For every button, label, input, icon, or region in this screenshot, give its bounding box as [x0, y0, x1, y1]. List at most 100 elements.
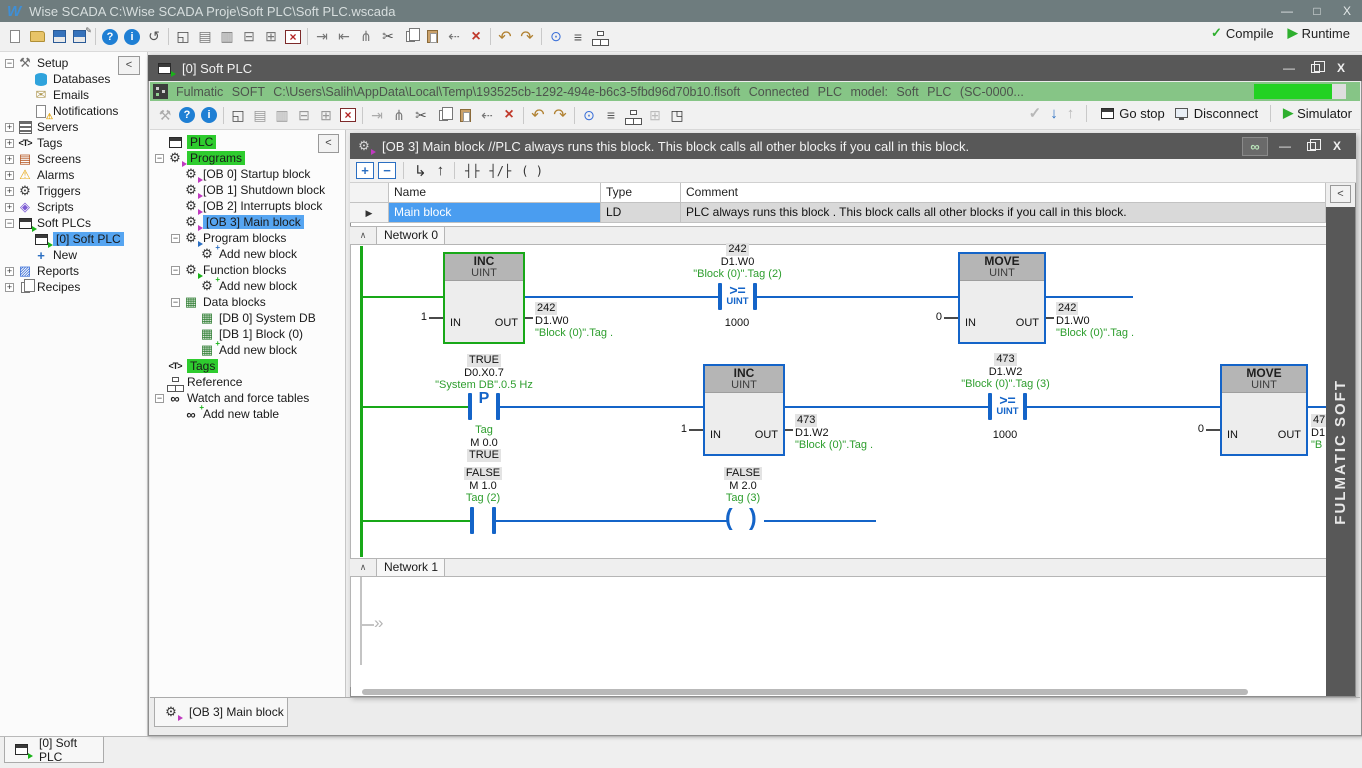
minimize-button[interactable]: —	[1276, 61, 1302, 75]
paste-icon[interactable]	[454, 104, 476, 126]
expander-icon[interactable]: +	[5, 267, 14, 276]
branch-icon[interactable]: ⋔	[355, 26, 377, 48]
add-network-button[interactable]: +	[356, 162, 374, 179]
plc-document-tab[interactable]: [0] Soft PLC	[4, 737, 104, 763]
column-header-comment[interactable]: Comment	[681, 183, 1326, 203]
expander-icon[interactable]: +	[5, 283, 14, 292]
save-as-icon[interactable]: ✎	[70, 26, 92, 48]
search-icon[interactable]: ⊙	[578, 104, 600, 126]
watch-mode-button[interactable]: ∞	[1242, 137, 1268, 156]
compile-button[interactable]: ✓Compile	[1211, 25, 1274, 41]
inc-block-2[interactable]: INCUINT IN OUT	[703, 364, 785, 456]
sidebar-item-triggers[interactable]: +⚙Triggers	[0, 183, 147, 199]
block-type-cell[interactable]: LD	[601, 203, 681, 223]
grid-icon[interactable]: ⊞	[644, 104, 666, 126]
tree-item-watch-tables[interactable]: −∞Watch and force tables	[150, 390, 345, 406]
move-block-1[interactable]: MOVEUINT IN OUT	[958, 252, 1046, 344]
undo-icon[interactable]: ↶	[527, 104, 549, 126]
minimize-button[interactable]: —	[1272, 139, 1298, 153]
import-icon[interactable]: ⇥	[366, 104, 388, 126]
coil-right[interactable]: )	[749, 504, 757, 530]
layout-rows-icon[interactable]: ▤	[194, 26, 216, 48]
ladder-document-tab[interactable]: ⚙ [OB 3] Main block	[154, 698, 288, 727]
delete-icon[interactable]: ×	[465, 26, 487, 48]
new-file-icon[interactable]	[4, 26, 26, 48]
sidebar-item-servers[interactable]: +Servers	[0, 119, 147, 135]
expander-icon[interactable]: +	[5, 139, 14, 148]
layout-grid-icon[interactable]: ⊞	[315, 104, 337, 126]
info-icon[interactable]: i	[121, 26, 143, 48]
branch-icon[interactable]: ⋔	[388, 104, 410, 126]
redo-icon[interactable]: ↷	[516, 26, 538, 48]
tree-item-add-watch-table[interactable]: ∞+Add new table	[150, 406, 345, 422]
join-icon[interactable]: ⇠	[476, 104, 498, 126]
minimize-button[interactable]: —	[1272, 4, 1302, 18]
block-comment-cell[interactable]: PLC always runs this block . This block …	[681, 203, 1326, 223]
tree-item-add-program-block[interactable]: ⚙+Add new block	[150, 246, 345, 262]
contact-no-icon[interactable]: ┤├	[462, 164, 482, 178]
tree-item-data-blocks[interactable]: −▦Data blocks	[150, 294, 345, 310]
sidebar-item-notifications[interactable]: ⚠Notifications	[0, 103, 147, 119]
cut-icon[interactable]: ✂	[410, 104, 432, 126]
tree-item-ob3-main-block[interactable]: ⚙[OB 3] Main block	[150, 214, 345, 230]
upload-icon[interactable]: ↑	[1067, 105, 1075, 122]
tree-item-db0-system-db[interactable]: ▦[DB 0] System DB	[150, 310, 345, 326]
close-button[interactable]: X	[1328, 61, 1354, 75]
tree-item-plc[interactable]: PLC	[150, 134, 345, 150]
fit-view-icon[interactable]: ◱	[172, 26, 194, 48]
expander-icon[interactable]: +	[5, 123, 14, 132]
expander-icon[interactable]: +	[5, 187, 14, 196]
compare-contact[interactable]: >= UINT	[716, 284, 759, 307]
copy-icon[interactable]	[432, 104, 454, 126]
expander-icon[interactable]: −	[155, 394, 164, 403]
import-icon[interactable]: ⇥	[311, 26, 333, 48]
sidebar-item-alarms[interactable]: +⚠Alarms	[0, 167, 147, 183]
tree-item-add-function-block[interactable]: ⚙+Add new block	[150, 278, 345, 294]
network1-header[interactable]: ∧ Network 1	[350, 558, 1326, 577]
export-file-icon[interactable]: ≡	[567, 26, 589, 48]
tree-item-ob1[interactable]: ⚙[OB 1] Shutdown block	[150, 182, 345, 198]
tree-item-add-data-block[interactable]: ▦+Add new block	[150, 342, 345, 358]
redo-icon[interactable]: ↷	[549, 104, 571, 126]
column-header-type[interactable]: Type	[601, 183, 681, 203]
network1-canvas[interactable]	[350, 577, 1326, 687]
close-window-icon[interactable]: ×	[282, 26, 304, 48]
paste-icon[interactable]	[421, 26, 443, 48]
tree-item-ob2[interactable]: ⚙[OB 2] Interrupts block	[150, 198, 345, 214]
help-icon[interactable]: ?	[176, 104, 198, 126]
remove-network-button[interactable]: −	[378, 162, 396, 179]
copy-icon[interactable]	[399, 26, 421, 48]
delete-icon[interactable]: ×	[498, 104, 520, 126]
tree-item-reference[interactable]: Reference	[150, 374, 345, 390]
expander-icon[interactable]: +	[5, 171, 14, 180]
layout-columns-icon[interactable]: ▥	[216, 26, 238, 48]
column-header-name[interactable]: Name	[389, 183, 601, 203]
network0-header[interactable]: ∧ Network 0	[350, 226, 1326, 245]
expander-icon[interactable]: −	[171, 298, 180, 307]
sidebar-item-screens[interactable]: +▤Screens	[0, 151, 147, 167]
save-icon[interactable]	[48, 26, 70, 48]
sidebar-item-recipes[interactable]: +Recipes	[0, 279, 147, 295]
export-file-icon[interactable]: ≡	[600, 104, 622, 126]
go-stop-button[interactable]: Go stop	[1099, 106, 1165, 121]
layout-rows-icon[interactable]: ▤	[249, 104, 271, 126]
expander-icon[interactable]: +	[5, 203, 14, 212]
network-collapse-icon[interactable]: ∧	[350, 559, 377, 576]
tree-item-ob0[interactable]: ⚙[OB 0] Startup block	[150, 166, 345, 182]
horizontal-scrollbar[interactable]	[362, 689, 1248, 695]
runtime-button[interactable]: ▶Runtime	[1288, 25, 1350, 41]
accept-icon[interactable]: ✓	[1029, 104, 1042, 122]
close-button[interactable]: X	[1332, 4, 1362, 18]
tree-item-db1-block0[interactable]: ▦[DB 1] Block (0)	[150, 326, 345, 342]
info-icon[interactable]: i	[198, 104, 220, 126]
topology-icon[interactable]	[622, 104, 644, 126]
expander-icon[interactable]: +	[5, 155, 14, 164]
layout-columns-icon[interactable]: ▥	[271, 104, 293, 126]
sidebar-item-soft-plc-0[interactable]: [0] Soft PLC	[0, 231, 147, 247]
expander-icon[interactable]: −	[171, 266, 180, 275]
expander-icon[interactable]: −	[5, 59, 14, 68]
sidebar-item-scripts[interactable]: +◈Scripts	[0, 199, 147, 215]
tree-item-programs[interactable]: −⚙Programs	[150, 150, 345, 166]
history-icon[interactable]: ↺	[143, 26, 165, 48]
ladder-window-titlebar[interactable]: ⚙ [OB 3] Main block //PLC always runs th…	[350, 133, 1356, 159]
